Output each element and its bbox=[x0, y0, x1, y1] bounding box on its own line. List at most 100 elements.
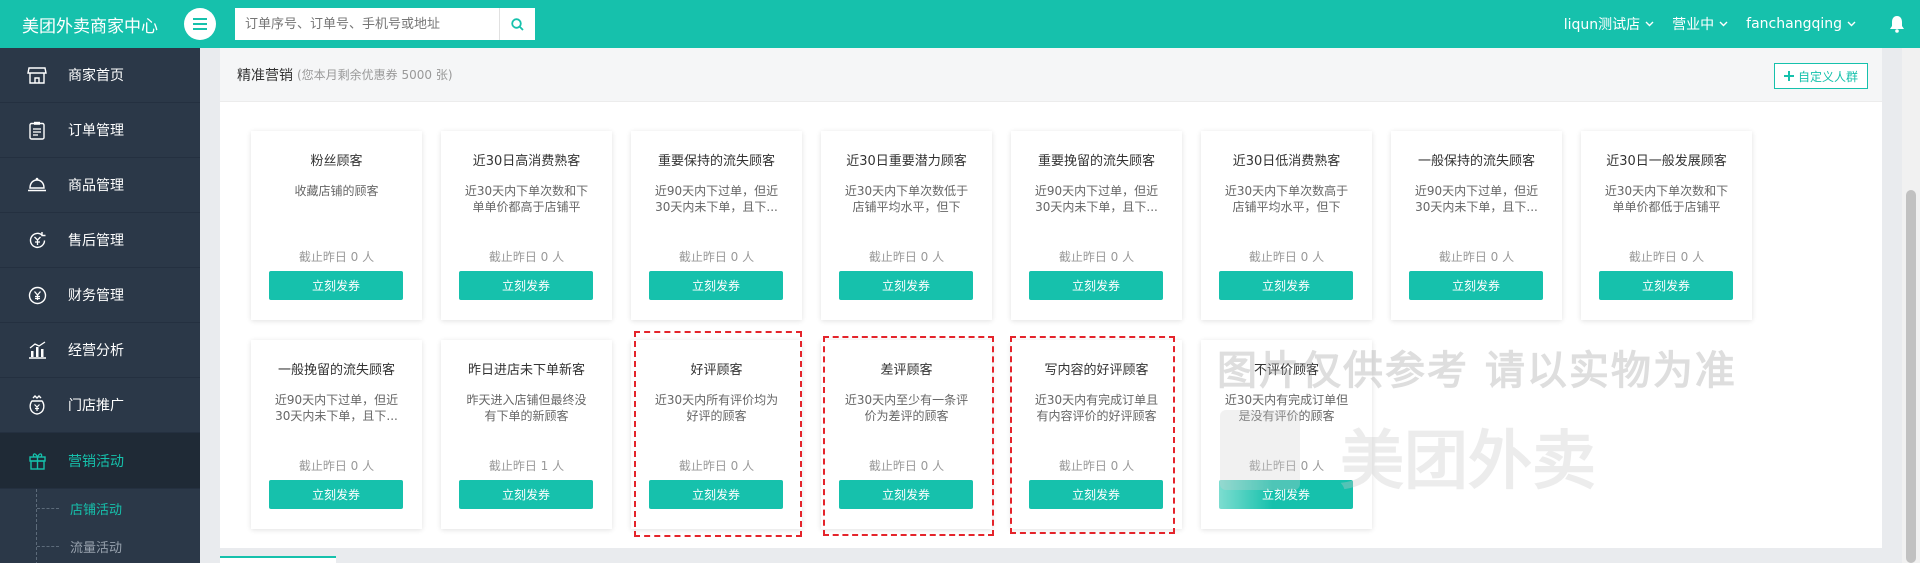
sidebar-item-products[interactable]: 商品管理 bbox=[0, 158, 200, 213]
card-count: 截止昨日 0 人 bbox=[1628, 250, 1705, 264]
sidebar-item-label: 门店推广 bbox=[68, 398, 124, 414]
chevron-down-icon bbox=[1645, 21, 1654, 27]
highlight-box bbox=[1010, 336, 1175, 534]
watermark-brand: 美团外卖 bbox=[1340, 425, 1596, 499]
tree-connector bbox=[36, 527, 59, 563]
coupon-remaining: (您本月剩余优惠券 5000 张) bbox=[297, 68, 453, 82]
chart-icon bbox=[26, 339, 48, 361]
store-icon bbox=[26, 64, 48, 86]
card-title: 近30日低消费熟客 bbox=[1232, 154, 1341, 169]
card-count: 截止昨日 0 人 bbox=[678, 250, 755, 264]
sidebar-item-home[interactable]: 商家首页 bbox=[0, 48, 200, 103]
audience-card: 重要挽留的流失顾客 近90天内下过单，但近30天内未下单，且下... 截止昨日 … bbox=[1011, 131, 1182, 320]
audience-card: 一般挽留的流失顾客 近90天内下过单，但近30天内未下单，且下... 截止昨日 … bbox=[251, 340, 422, 529]
card-title: 近30日重要潜力顾客 bbox=[846, 154, 967, 169]
card-count: 截止昨日 0 人 bbox=[298, 250, 375, 264]
watermark-logo bbox=[1220, 410, 1300, 490]
card-description: 近30天内下单次数和下单单价都高于店铺平均... bbox=[464, 184, 589, 214]
sidebar-item-label: 商品管理 bbox=[68, 178, 124, 194]
sidebar-item-label: 售后管理 bbox=[68, 233, 124, 249]
card-description: 近30天内下单次数和下单单价都低于店铺平均... bbox=[1604, 184, 1729, 214]
card-title: 一般挽留的流失顾客 bbox=[277, 363, 395, 378]
card-count: 截止昨日 1 人 bbox=[488, 459, 565, 473]
audience-card: 近30日高消费熟客 近30天内下单次数和下单单价都高于店铺平均... 截止昨日 … bbox=[441, 131, 612, 320]
card-description: 近90天内下过单，但近30天内未下单，且下... bbox=[1414, 184, 1539, 214]
audience-card: 昨日进店未下单新客 昨天进入店铺但最终没有下单的新顾客 截止昨日 1 人 立刻发… bbox=[441, 340, 612, 529]
notification-button[interactable] bbox=[1874, 0, 1920, 48]
user-menu[interactable]: fanchangqing bbox=[1746, 16, 1856, 32]
card-description: 近30天内下单次数高于店铺平均水平，但下单... bbox=[1224, 184, 1349, 214]
sidebar-item-label: 经营分析 bbox=[68, 343, 124, 359]
card-title: 重要保持的流失顾客 bbox=[657, 154, 775, 169]
store-selector[interactable]: liqun测试店 bbox=[1564, 14, 1654, 34]
card-description: 近90天内下过单，但近30天内未下单，且下... bbox=[654, 184, 779, 214]
issue-coupon-button[interactable]: 立刻发券 bbox=[269, 480, 403, 509]
issue-coupon-button[interactable]: 立刻发券 bbox=[1599, 271, 1733, 300]
audience-card: 粉丝顾客 收藏店铺的顾客 截止昨日 0 人 立刻发券 bbox=[251, 131, 422, 320]
issue-coupon-button[interactable]: 立刻发券 bbox=[269, 271, 403, 300]
search-icon bbox=[511, 17, 524, 31]
store-name: liqun测试店 bbox=[1563, 17, 1641, 33]
sidebar-item-analytics[interactable]: 经营分析 bbox=[0, 323, 200, 378]
issue-coupon-button[interactable]: 立刻发券 bbox=[649, 271, 783, 300]
panel-title: 精准营销 bbox=[237, 67, 293, 84]
custom-audience-button[interactable]: 自定义人群 bbox=[1773, 63, 1868, 89]
issue-coupon-button[interactable]: 立刻发券 bbox=[459, 271, 593, 300]
menu-toggle-button[interactable] bbox=[184, 8, 216, 40]
panel-header: 精准营销 (您本月剩余优惠券 5000 张) 自定义人群 bbox=[220, 48, 1882, 102]
card-description: 近90天内下过单，但近30天内未下单，且下... bbox=[1034, 184, 1159, 214]
plus-icon bbox=[1783, 71, 1794, 81]
sidebar: 商家首页 订单管理 商品管理 售后管理 财务管理 经营分析 门店推广 营销活动 … bbox=[0, 48, 200, 563]
sidebar-subitem-traffic-activities[interactable]: 流量活动 bbox=[0, 527, 200, 563]
highlight-box bbox=[634, 331, 802, 537]
search-button[interactable] bbox=[499, 8, 535, 40]
search-input[interactable] bbox=[235, 8, 499, 40]
card-count: 截止昨日 0 人 bbox=[488, 250, 565, 264]
audience-card: 重要保持的流失顾客 近90天内下过单，但近30天内未下单，且下... 截止昨日 … bbox=[631, 131, 802, 320]
card-title: 一般保持的流失顾客 bbox=[1417, 154, 1535, 169]
refund-icon bbox=[26, 229, 48, 251]
watermark-text: 图片仅供参考 请以实物为准 bbox=[1217, 348, 1737, 394]
issue-coupon-button[interactable]: 立刻发券 bbox=[1409, 271, 1543, 300]
sidebar-item-after-sales[interactable]: 售后管理 bbox=[0, 213, 200, 268]
card-count: 截止昨日 0 人 bbox=[1248, 250, 1325, 264]
card-count: 截止昨日 0 人 bbox=[868, 250, 945, 264]
search-bar bbox=[235, 8, 535, 40]
sidebar-subitem-label: 店铺活动 bbox=[70, 502, 123, 518]
hamburger-icon bbox=[193, 18, 207, 30]
sidebar-subitem-store-activities[interactable]: 店铺活动 bbox=[0, 489, 200, 527]
bell-icon bbox=[1890, 16, 1904, 33]
sidebar-subitem-label: 流量活动 bbox=[70, 540, 123, 556]
issue-coupon-button[interactable]: 立刻发券 bbox=[1219, 271, 1353, 300]
audience-card: 近30日一般发展顾客 近30天内下单次数和下单单价都低于店铺平均... 截止昨日… bbox=[1581, 131, 1752, 320]
card-title: 重要挽留的流失顾客 bbox=[1037, 154, 1155, 169]
clipboard-icon bbox=[26, 119, 48, 141]
bottom-tab-indicator bbox=[220, 556, 336, 563]
top-header: 美团外卖商家中心 liqun测试店 营业中 fanchangqing bbox=[0, 0, 1920, 48]
chevron-down-icon bbox=[1847, 21, 1856, 27]
sidebar-item-promotion[interactable]: 门店推广 bbox=[0, 378, 200, 433]
issue-coupon-button[interactable]: 立刻发券 bbox=[459, 480, 593, 509]
sidebar-item-marketing[interactable]: 营销活动 bbox=[0, 433, 200, 489]
card-count: 截止昨日 0 人 bbox=[1058, 250, 1135, 264]
audience-card: 一般保持的流失顾客 近90天内下过单，但近30天内未下单，且下... 截止昨日 … bbox=[1391, 131, 1562, 320]
sidebar-item-label: 商家首页 bbox=[68, 68, 124, 84]
business-status-selector[interactable]: 营业中 bbox=[1672, 14, 1728, 34]
sidebar-item-finance[interactable]: 财务管理 bbox=[0, 268, 200, 323]
card-count: 截止昨日 0 人 bbox=[1438, 250, 1515, 264]
audience-card: 近30日低消费熟客 近30天内下单次数高于店铺平均水平，但下单... 截止昨日 … bbox=[1201, 131, 1372, 320]
highlight-box bbox=[823, 336, 994, 536]
sidebar-item-orders[interactable]: 订单管理 bbox=[0, 103, 200, 158]
card-title: 近30日高消费熟客 bbox=[472, 154, 581, 169]
scrollbar-thumb[interactable] bbox=[1906, 190, 1916, 563]
custom-audience-label: 自定义人群 bbox=[1797, 69, 1858, 84]
issue-coupon-button[interactable]: 立刻发券 bbox=[1029, 271, 1163, 300]
card-count: 截止昨日 0 人 bbox=[298, 459, 375, 473]
card-title: 近30日一般发展顾客 bbox=[1606, 154, 1727, 169]
sidebar-item-label: 财务管理 bbox=[68, 288, 124, 304]
brand-title: 美团外卖商家中心 bbox=[22, 16, 158, 37]
issue-coupon-button[interactable]: 立刻发券 bbox=[839, 271, 973, 300]
yuan-circle-icon bbox=[26, 284, 48, 306]
dish-cover-icon bbox=[26, 174, 48, 196]
card-description: 收藏店铺的顾客 bbox=[294, 184, 379, 198]
